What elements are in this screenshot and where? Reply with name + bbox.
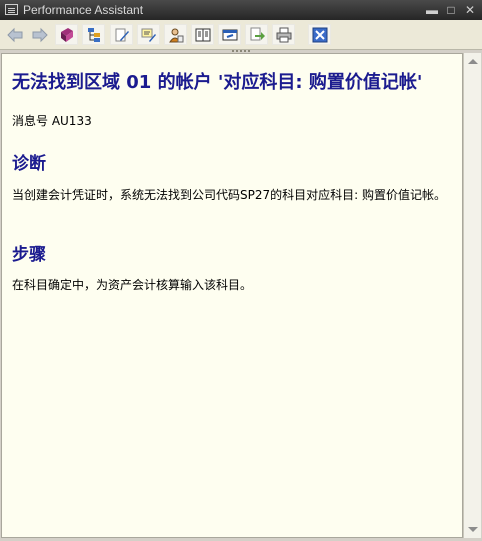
window-title: Performance Assistant xyxy=(23,3,144,17)
app-icon xyxy=(5,4,18,15)
vertical-scrollbar[interactable] xyxy=(463,53,481,538)
document-button[interactable] xyxy=(191,24,214,45)
window-icon xyxy=(222,29,238,41)
scroll-down-icon[interactable] xyxy=(468,527,478,532)
toolbar xyxy=(0,20,482,50)
export-button[interactable] xyxy=(245,24,268,45)
note-icon xyxy=(141,28,156,42)
diagnosis-heading: 诊断 xyxy=(12,154,46,174)
procedure-heading: 步骤 xyxy=(12,245,46,265)
diagnosis-text: 当创建会计凭证时，系统无法找到公司代码SP27的科目对应科目: 购置价值记帐。 xyxy=(12,188,446,202)
help-content: 无法找到区域 01 的帐户 '对应科目: 购置价值记帐' 消息号 AU133 诊… xyxy=(1,53,463,538)
notes-button[interactable] xyxy=(137,24,160,45)
book-button[interactable] xyxy=(55,24,78,45)
back-button[interactable] xyxy=(3,24,26,45)
maximize-icon[interactable]: □ xyxy=(443,2,459,18)
message-number: 消息号 AU133 xyxy=(12,114,92,128)
procedure-text: 在科目确定中，为资产会计核算输入该科目。 xyxy=(12,278,253,292)
pencil-icon xyxy=(115,28,129,42)
scroll-up-icon[interactable] xyxy=(468,59,478,64)
book-open-icon xyxy=(195,28,211,42)
hierarchy-icon xyxy=(88,28,100,42)
window-title-bar: Performance Assistant ▬ □ ✕ xyxy=(0,0,482,20)
close-icon[interactable]: ✕ xyxy=(462,2,478,18)
structure-button[interactable] xyxy=(82,24,105,45)
arrow-right-icon xyxy=(32,27,48,43)
person-icon xyxy=(169,28,184,43)
close-box-icon xyxy=(312,27,328,43)
user-button[interactable] xyxy=(164,24,187,45)
close-doc-button[interactable] xyxy=(308,24,331,45)
display-button[interactable] xyxy=(218,24,241,45)
printer-icon xyxy=(276,27,292,43)
print-button[interactable] xyxy=(272,24,295,45)
edit-button[interactable] xyxy=(110,24,133,45)
forward-button[interactable] xyxy=(28,24,51,45)
export-icon xyxy=(250,27,265,41)
page-title: 无法找到区域 01 的帐户 '对应科目: 购置价值记帐' xyxy=(12,72,423,93)
book-icon xyxy=(61,28,73,42)
minimize-icon[interactable]: ▬ xyxy=(424,2,440,18)
arrow-left-icon xyxy=(7,27,23,43)
